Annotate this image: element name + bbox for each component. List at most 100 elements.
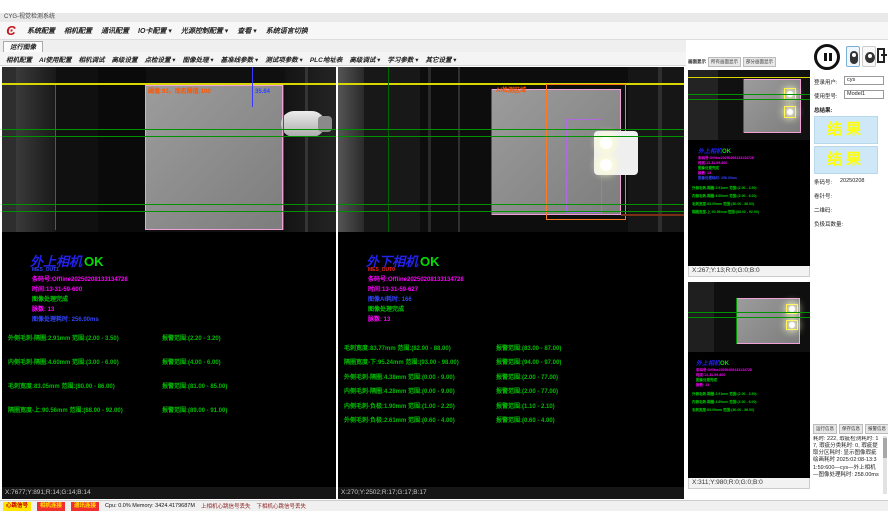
green-baseline xyxy=(338,129,684,130)
camera-status-ok: OK xyxy=(84,254,104,269)
pulse-line: 脉数: 13 xyxy=(368,314,390,323)
glow-spot xyxy=(600,137,612,149)
tool-test-params[interactable]: 测试项参数 ▾ xyxy=(265,54,303,64)
green-baseline xyxy=(688,312,810,313)
menu-io-config[interactable]: IO卡配置 ▾ xyxy=(138,26,172,36)
measurement-alarm: 报警范围:(2.00 - 77.00) xyxy=(496,372,558,381)
camera-status-ok: OK xyxy=(722,149,731,155)
tool-other-settings[interactable]: 其它设置 ▾ xyxy=(425,54,456,64)
measurement-value: 隔圈宽度-下:95.24mm 范围:(93.00 - 98.00) xyxy=(344,357,459,366)
barcode-line: 条码号:Offline20250208133134728 xyxy=(32,274,128,283)
log-output: 耗时: 222, 瑕疵检测耗时: 17, 瑕疵分类耗时: 0, 瑕疵提取分区耗时… xyxy=(813,436,881,494)
brown-edge-line xyxy=(621,214,684,216)
measurement-value: 毛刺宽度:83.05mm 范围:(80.00 - 86.00) xyxy=(8,381,115,390)
window-title: CYG-视觉检测系统 xyxy=(4,14,55,20)
mini-measurement: 毛刺宽度:83.05mm 范围:(80.00 - 86.00) xyxy=(692,408,754,413)
barcode-field-label: 条码号: xyxy=(814,178,832,186)
login-user-input[interactable] xyxy=(844,76,884,85)
camera-name: 外上相机 xyxy=(698,149,722,155)
roi-rect-pink xyxy=(145,85,283,230)
camera-preview-top[interactable]: 外上相机OK 条码号:Offline20250208133134728 时间:1… xyxy=(688,70,810,266)
tool-strip: 相机配置 AI使用配置 相机调试 高级设置 点检设置 ▾ 图像处理 ▾ 基准线参… xyxy=(0,52,686,66)
yellow-guide-line xyxy=(688,77,810,78)
scene-streak xyxy=(658,67,662,232)
green-baseline-vertical xyxy=(491,89,492,215)
pause-button[interactable] xyxy=(814,44,840,70)
menu-system-config[interactable]: 系统配置 xyxy=(27,26,55,36)
tool-advanced-settings[interactable]: 高级设置 xyxy=(112,54,138,64)
tool-advanced-debug[interactable]: 高级调试 ▾ xyxy=(349,54,380,64)
camera-view-outer-lower[interactable]: AI检测区域 外下相机OK MES_OUT0 条码号:Offline202502… xyxy=(338,67,684,487)
menu-language-switch[interactable]: 系统语言切换 xyxy=(266,26,308,36)
menu-view[interactable]: 查看 ▾ xyxy=(237,26,256,36)
mini-camera-title: 外上相机OK xyxy=(696,358,729,367)
needle-field-label: 卷针号: xyxy=(814,192,832,200)
menu-comm-config[interactable]: 通讯配置 xyxy=(101,26,129,36)
negative-tab-count-label: 负极耳数量: xyxy=(814,220,843,228)
display-tab-partial[interactable]: 部分画面显示 xyxy=(743,57,776,67)
mini-measurement: 外侧毛刺-隔圈:2.91mm 范围:(2.00 - 3.50) xyxy=(692,186,757,191)
measurement-value: 外侧毛刺-隔圈:4.38mm 范围:(0.00 - 9.00) xyxy=(344,372,455,381)
green-baseline-vertical xyxy=(388,67,389,232)
scene-streak xyxy=(458,67,460,232)
log-tab-alarm-info[interactable]: 报警信息 xyxy=(865,424,888,434)
green-baseline xyxy=(688,317,810,318)
camera-name: 外上相机 xyxy=(696,361,720,367)
model-input[interactable] xyxy=(844,90,884,99)
tool-image-processing[interactable]: 图像处理 ▾ xyxy=(183,54,214,64)
green-baseline-vertical xyxy=(736,298,737,344)
comm-link-badge: 通讯连接 xyxy=(71,502,99,511)
menu-camera-config[interactable]: 相机配置 xyxy=(64,26,92,36)
menu-light-config[interactable]: 光源控制配置 ▾ xyxy=(181,26,228,36)
process-done-line: 图像处理完成 xyxy=(368,304,404,313)
qrcode-field-label: 二维码: xyxy=(814,206,832,214)
green-baseline-vertical xyxy=(283,85,284,230)
mini-measurement: 内侧毛刺-隔圈:4.60mm 范围:(3.00 - 6.00) xyxy=(692,400,757,405)
scene-band xyxy=(688,70,718,140)
log-tab-save-info[interactable]: 保存信息 xyxy=(839,424,863,434)
ai-time-line: 图像AI耗时: 166 xyxy=(368,294,412,303)
measurement-value: 外侧毛刺-负极:2.61mm 范围:(0.60 - 4.00) xyxy=(344,415,455,424)
camera-status-ok: OK xyxy=(720,361,729,367)
green-baseline xyxy=(2,136,336,137)
log-scrollbar[interactable] xyxy=(883,436,887,494)
user-button[interactable] xyxy=(862,46,876,67)
mini-camera-title: 外上相机OK xyxy=(698,146,731,155)
log-tab-strip: 运行信息 保存信息 报警信息 xyxy=(813,424,888,434)
tool-baseline-params[interactable]: 基准线参数 ▾ xyxy=(221,54,259,64)
tool-camera-config[interactable]: 相机配置 xyxy=(6,54,32,64)
pause-icon xyxy=(824,53,827,61)
scene-band xyxy=(364,67,420,232)
measurement-alarm: 报警范围:(0.60 - 4.00) xyxy=(496,415,555,424)
pulse-line: 脉数: 13 xyxy=(32,304,54,313)
operator-login-button[interactable] xyxy=(846,46,860,67)
camera-view-outer-upper[interactable]: 35.64 阈值:93，动态阈值:100 外上相机OK MES_OUT1 条码号… xyxy=(2,67,336,487)
glow-spot xyxy=(789,322,795,328)
probe-label: 35.64 xyxy=(255,89,270,95)
log-scrollbar-thumb[interactable] xyxy=(883,438,887,458)
tool-camera-debug[interactable]: 相机调试 xyxy=(79,54,105,64)
scene-band xyxy=(2,67,16,232)
camera-preview-bottom[interactable]: 外上相机OK 条码号:Offline20250208133134728 时间:1… xyxy=(688,282,810,478)
app-window: CYG-视觉检测系统 Ͼ 系统配置 相机配置 通讯配置 IO卡配置 ▾ 光源控制… xyxy=(0,0,888,522)
heartbeat-badge: 心跳信号 xyxy=(3,502,31,511)
tool-spotcheck-settings[interactable]: 点检设置 ▾ xyxy=(145,54,176,64)
tool-learning-params[interactable]: 学习参数 ▾ xyxy=(387,54,418,64)
mini-measurement: 外侧毛刺-隔圈:2.91mm 范围:(2.00 - 3.50) xyxy=(692,392,757,397)
pixel-coords-middle: X:270;Y:2502;R:17;G:17;B:17 xyxy=(338,487,684,499)
measurement-value: 隔圈宽度-上:90.56mm 范围:(88.00 - 92.00) xyxy=(8,405,123,414)
mini-measurement: 内侧毛刺-隔圈:4.60mm 范围:(3.00 - 6.00) xyxy=(692,194,757,199)
measurement-value: 外侧毛刺-隔圈:2.91mm 范围:(2.00 - 3.50) xyxy=(8,333,119,342)
scene-streak xyxy=(428,67,431,232)
green-baseline xyxy=(338,136,684,137)
tool-plc-address-table[interactable]: PLC地址表 xyxy=(310,54,343,64)
exit-button[interactable] xyxy=(877,46,888,67)
login-user-label: 登录用户: xyxy=(814,78,838,86)
barcode-field-value: 20250208 xyxy=(840,178,864,184)
log-tab-run-info[interactable]: 运行信息 xyxy=(813,424,837,434)
mes-tag: MES_OUT1 xyxy=(32,267,59,273)
pause-icon xyxy=(829,53,832,61)
green-baseline xyxy=(688,94,810,95)
tool-ai-use-config[interactable]: AI使用配置 xyxy=(39,54,72,64)
display-tab-all[interactable]: 所有画面显示 xyxy=(708,57,741,67)
